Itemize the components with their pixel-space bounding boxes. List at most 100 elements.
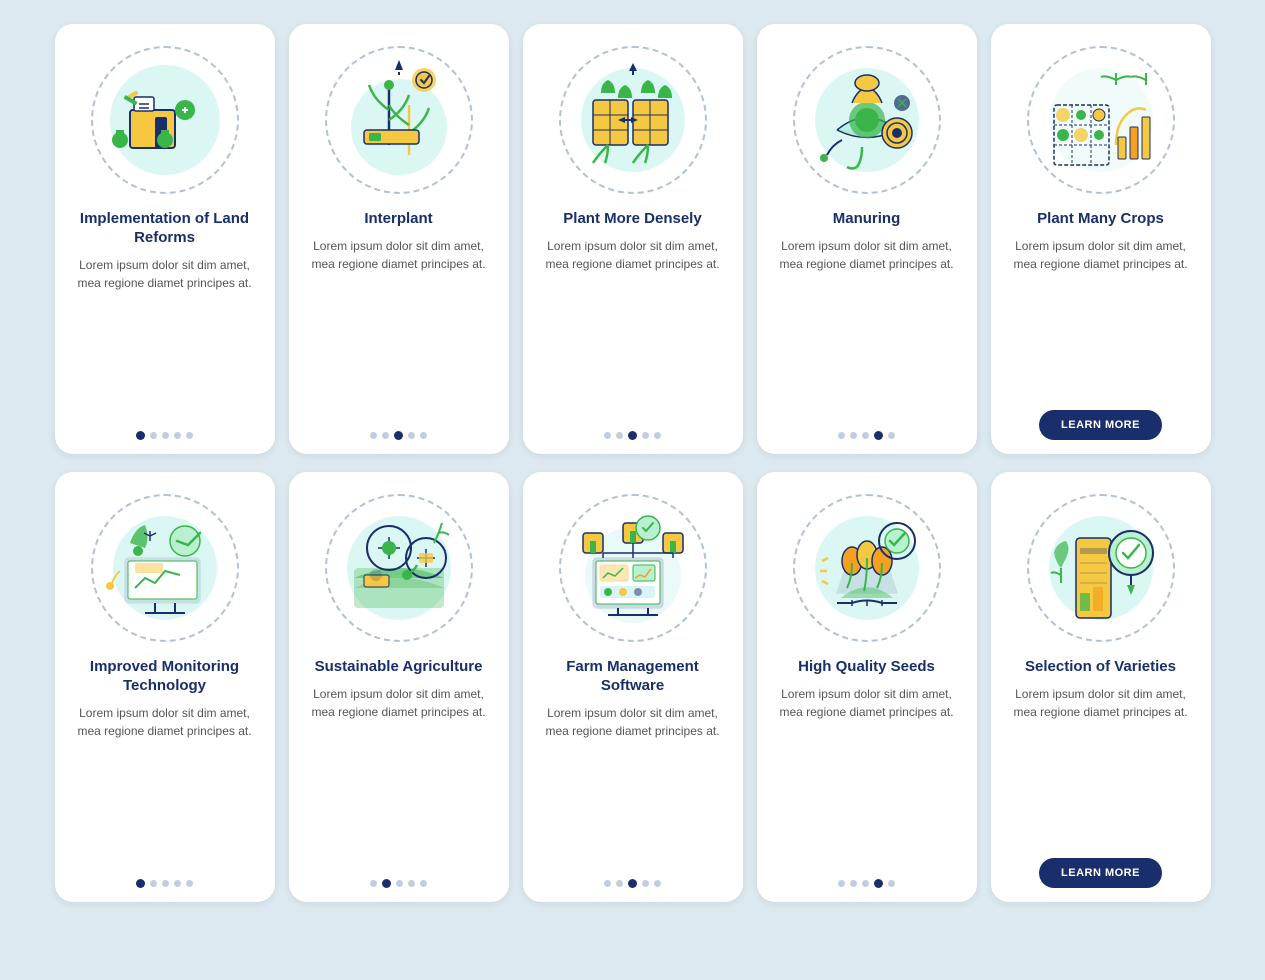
title-plant-many-crops: Plant Many Crops (1037, 210, 1164, 229)
body-farm-management: Lorem ipsum dolor sit dim amet, mea regi… (537, 704, 729, 866)
dot-land-reforms-4[interactable] (186, 432, 193, 439)
icon-area-farm-management (553, 488, 713, 648)
title-selection-varieties: Selection of Varieties (1025, 658, 1176, 677)
title-land-reforms: Implementation of Land Reforms (69, 210, 261, 248)
dots-sustainable-agriculture (370, 879, 427, 888)
body-selection-varieties: Lorem ipsum dolor sit dim amet, mea regi… (1005, 685, 1197, 844)
title-sustainable-agriculture: Sustainable Agriculture (315, 658, 483, 677)
dot-interplant-3[interactable] (408, 432, 415, 439)
dot-land-reforms-0[interactable] (136, 431, 145, 440)
dot-sustainable-agriculture-0[interactable] (370, 880, 377, 887)
card-sustainable-agriculture: Sustainable Agriculture Lorem ipsum dolor… (289, 472, 509, 902)
dots-land-reforms (136, 431, 193, 440)
card-high-quality-seeds: High Quality Seeds Lorem ipsum dolor sit … (757, 472, 977, 902)
dot-manuring-0[interactable] (838, 432, 845, 439)
dot-interplant-4[interactable] (420, 432, 427, 439)
icon-area-manuring (787, 40, 947, 200)
dots-plant-more-densely (604, 431, 661, 440)
learn-more-button-selection-varieties[interactable]: LEARN MORE (1039, 858, 1162, 888)
icon-area-monitoring-tech (85, 488, 245, 648)
body-plant-more-densely: Lorem ipsum dolor sit dim amet, mea regi… (537, 237, 729, 417)
dot-interplant-2[interactable] (394, 431, 403, 440)
card-farm-management: Farm Management Software Lorem ipsum dolo… (523, 472, 743, 902)
icon-plant-more-densely (568, 55, 698, 185)
top-row: Implementation of Land Reforms Lorem ipsu… (24, 24, 1241, 454)
card-monitoring-tech: Improved Monitoring Technology Lorem ipsu… (55, 472, 275, 902)
icon-area-interplant (319, 40, 479, 200)
dot-sustainable-agriculture-2[interactable] (396, 880, 403, 887)
icon-land-reforms (100, 55, 230, 185)
dot-sustainable-agriculture-4[interactable] (420, 880, 427, 887)
dot-monitoring-tech-1[interactable] (150, 880, 157, 887)
dot-land-reforms-3[interactable] (174, 432, 181, 439)
icon-interplant (334, 55, 464, 185)
title-interplant: Interplant (364, 210, 432, 229)
dot-plant-more-densely-2[interactable] (628, 431, 637, 440)
dots-interplant (370, 431, 427, 440)
dots-high-quality-seeds (838, 879, 895, 888)
body-sustainable-agriculture: Lorem ipsum dolor sit dim amet, mea regi… (303, 685, 495, 865)
dot-farm-management-4[interactable] (654, 880, 661, 887)
icon-selection-varieties (1036, 503, 1166, 633)
dot-high-quality-seeds-3[interactable] (874, 879, 883, 888)
body-high-quality-seeds: Lorem ipsum dolor sit dim amet, mea regi… (771, 685, 963, 865)
body-plant-many-crops: Lorem ipsum dolor sit dim amet, mea regi… (1005, 237, 1197, 396)
dot-high-quality-seeds-2[interactable] (862, 880, 869, 887)
title-farm-management: Farm Management Software (537, 658, 729, 696)
body-monitoring-tech: Lorem ipsum dolor sit dim amet, mea regi… (69, 704, 261, 866)
dot-interplant-0[interactable] (370, 432, 377, 439)
dot-farm-management-0[interactable] (604, 880, 611, 887)
card-interplant: Interplant Lorem ipsum dolor sit dim amet… (289, 24, 509, 454)
icon-area-selection-varieties (1021, 488, 1181, 648)
dot-sustainable-agriculture-3[interactable] (408, 880, 415, 887)
dot-monitoring-tech-0[interactable] (136, 879, 145, 888)
dot-high-quality-seeds-0[interactable] (838, 880, 845, 887)
icon-area-plant-more-densely (553, 40, 713, 200)
icon-monitoring-tech (100, 503, 230, 633)
dot-manuring-2[interactable] (862, 432, 869, 439)
dots-monitoring-tech (136, 879, 193, 888)
dot-high-quality-seeds-4[interactable] (888, 880, 895, 887)
dot-manuring-3[interactable] (874, 431, 883, 440)
dot-monitoring-tech-2[interactable] (162, 880, 169, 887)
icon-area-land-reforms (85, 40, 245, 200)
dot-monitoring-tech-4[interactable] (186, 880, 193, 887)
dot-monitoring-tech-3[interactable] (174, 880, 181, 887)
dot-farm-management-1[interactable] (616, 880, 623, 887)
icon-area-high-quality-seeds (787, 488, 947, 648)
icon-high-quality-seeds (802, 503, 932, 633)
card-selection-varieties: Selection of Varieties Lorem ipsum dolor … (991, 472, 1211, 902)
title-manuring: Manuring (833, 210, 901, 229)
dot-high-quality-seeds-1[interactable] (850, 880, 857, 887)
card-manuring: Manuring Lorem ipsum dolor sit dim amet, … (757, 24, 977, 454)
dot-plant-more-densely-3[interactable] (642, 432, 649, 439)
dot-land-reforms-1[interactable] (150, 432, 157, 439)
title-high-quality-seeds: High Quality Seeds (798, 658, 935, 677)
dot-interplant-1[interactable] (382, 432, 389, 439)
dot-sustainable-agriculture-1[interactable] (382, 879, 391, 888)
dot-land-reforms-2[interactable] (162, 432, 169, 439)
card-plant-more-densely: Plant More Densely Lorem ipsum dolor sit … (523, 24, 743, 454)
dot-manuring-4[interactable] (888, 432, 895, 439)
bottom-row: Improved Monitoring Technology Lorem ipsu… (24, 472, 1241, 902)
icon-manuring (802, 55, 932, 185)
title-monitoring-tech: Improved Monitoring Technology (69, 658, 261, 696)
dots-manuring (838, 431, 895, 440)
dot-manuring-1[interactable] (850, 432, 857, 439)
body-interplant: Lorem ipsum dolor sit dim amet, mea regi… (303, 237, 495, 417)
dots-farm-management (604, 879, 661, 888)
icon-farm-management (568, 503, 698, 633)
dot-plant-more-densely-0[interactable] (604, 432, 611, 439)
dot-farm-management-2[interactable] (628, 879, 637, 888)
dot-plant-more-densely-1[interactable] (616, 432, 623, 439)
dot-plant-more-densely-4[interactable] (654, 432, 661, 439)
icon-area-sustainable-agriculture (319, 488, 479, 648)
icon-plant-many-crops (1036, 55, 1166, 185)
learn-more-button-plant-many-crops[interactable]: LEARN MORE (1039, 410, 1162, 440)
body-manuring: Lorem ipsum dolor sit dim amet, mea regi… (771, 237, 963, 417)
title-plant-more-densely: Plant More Densely (563, 210, 701, 229)
dot-farm-management-3[interactable] (642, 880, 649, 887)
icon-area-plant-many-crops (1021, 40, 1181, 200)
card-plant-many-crops: Plant Many Crops Lorem ipsum dolor sit di… (991, 24, 1211, 454)
icon-sustainable-agriculture (334, 503, 464, 633)
